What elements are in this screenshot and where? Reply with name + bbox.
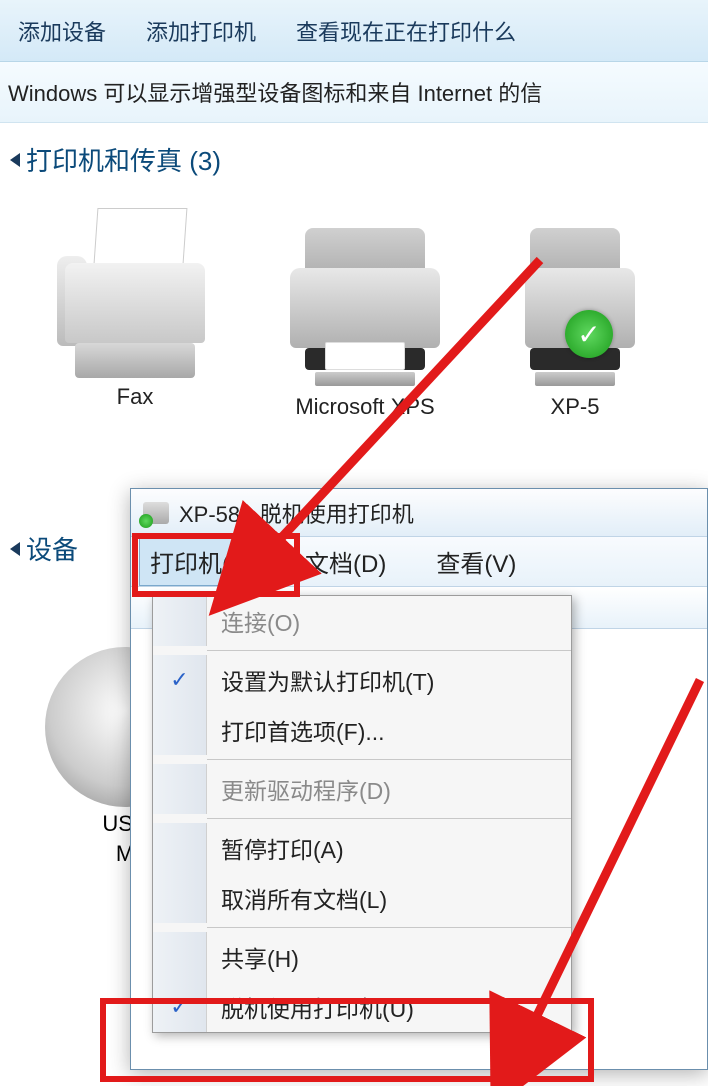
section-devices-title: 设备 [26,530,78,567]
print-queue-titlebar[interactable]: XP-58 - 脱机使用打印机 [131,489,707,537]
menu-item-set-default[interactable]: ✓设置为默认打印机(T) [153,655,571,705]
toolbar-add-printer[interactable]: 添加打印机 [146,15,256,47]
printer-icon [280,208,450,388]
info-bar: Windows 可以显示增强型设备图标和来自 Internet 的信 [0,62,708,123]
checkmark-badge-icon: ✓ [565,310,613,358]
toolbar-add-device[interactable]: 添加设备 [18,15,106,47]
menu-item-cancel-all[interactable]: 取消所有文档(L) [153,873,571,923]
device-msxps[interactable]: Microsoft XPS [270,208,460,420]
caret-icon [10,153,20,167]
menu-item-preferences[interactable]: 打印首选项(F)... [153,705,571,755]
menu-item-use-offline[interactable]: ✓脱机使用打印机(U) [153,982,571,1032]
print-queue-menubar: 打印机(P) 文档(D) 查看(V) [131,537,707,587]
info-bar-text: Windows 可以显示增强型设备图标和来自 Internet 的信 [8,81,542,106]
menu-document[interactable]: 文档(D) [295,538,396,585]
menu-printer[interactable]: 打印机(P) [139,537,265,586]
printer-small-icon [143,502,169,524]
device-msxps-label: Microsoft XPS [295,394,434,420]
section-printers-header[interactable]: 打印机和传真 (3) [10,141,698,178]
menu-view[interactable]: 查看(V) [426,538,526,585]
checkmark-icon: ✓ [153,982,207,1032]
menu-item-pause[interactable]: 暂停打印(A) [153,823,571,873]
device-xp58-label: XP-5 [551,394,600,420]
menu-item-share[interactable]: 共享(H) [153,932,571,982]
menu-item-connect: 连接(O) [153,596,571,646]
print-queue-title: XP-58 - 脱机使用打印机 [179,497,414,529]
toolbar: 添加设备 添加打印机 查看现在正在打印什么 [0,0,708,62]
printer-menu-dropdown: 连接(O) ✓设置为默认打印机(T) 打印首选项(F)... 更新驱动程序(D)… [152,595,572,1033]
device-fax-label: Fax [117,384,154,410]
checkmark-icon: ✓ [153,655,207,705]
menu-item-update-driver: 更新驱动程序(D) [153,764,571,814]
caret-icon [10,542,20,556]
toolbar-see-printing[interactable]: 查看现在正在打印什么 [296,15,516,47]
device-fax[interactable]: Fax [40,208,230,420]
device-xp58[interactable]: ✓ XP-5 [500,208,650,420]
section-printers-title: 打印机和传真 (3) [26,141,221,178]
fax-icon [55,208,215,378]
